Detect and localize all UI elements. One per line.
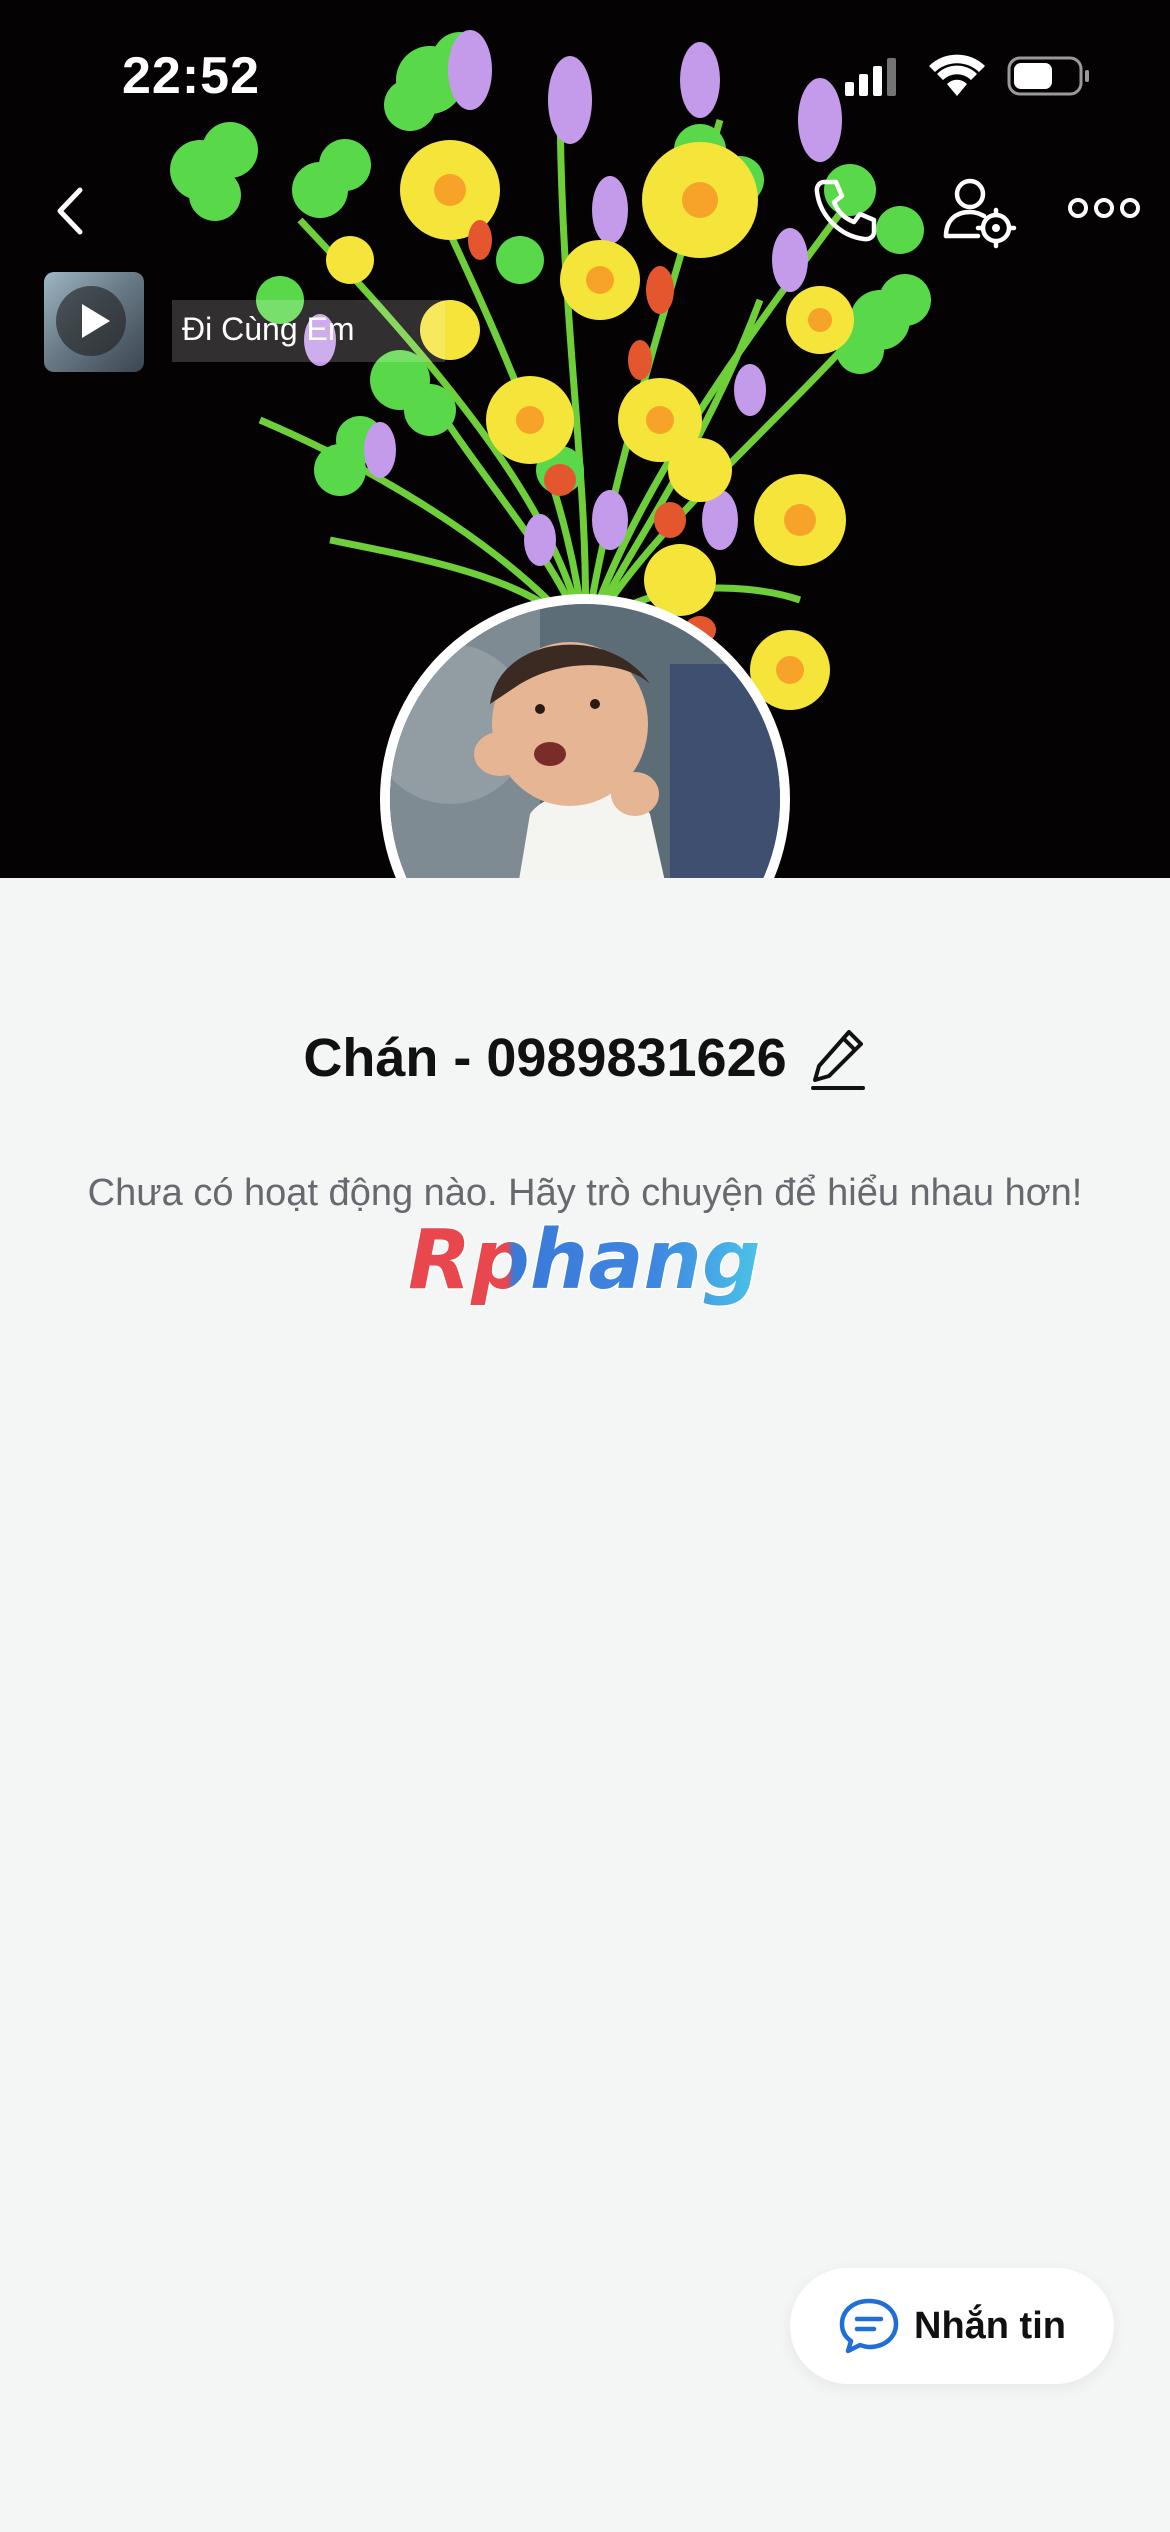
edit-name-button[interactable] bbox=[809, 1026, 867, 1090]
avatar-photo bbox=[390, 604, 780, 878]
profile-name-row: Chán - 0989831626 bbox=[0, 1026, 1170, 1090]
cellular-signal-icon bbox=[845, 58, 896, 96]
phone-icon bbox=[814, 179, 877, 242]
profile-music-widget[interactable]: Đi Cùng Em bbox=[44, 272, 474, 372]
status-bar: 22:52 bbox=[0, 0, 1170, 150]
profile-settings-button[interactable] bbox=[938, 172, 1018, 252]
child-photo-image bbox=[390, 604, 780, 878]
cover-photo[interactable]: 22:52 Đi Cùng Em bbox=[0, 0, 1170, 878]
chat-bubble-icon bbox=[839, 2298, 899, 2354]
more-horizontal-icon bbox=[1068, 198, 1140, 218]
play-icon bbox=[82, 304, 110, 338]
send-message-label: Nhắn tin bbox=[914, 2304, 1066, 2347]
album-art-thumbnail[interactable] bbox=[44, 272, 144, 372]
watermark-logo: Rphang bbox=[407, 1218, 763, 1310]
user-settings-icon bbox=[943, 178, 1017, 249]
battery-icon bbox=[1007, 56, 1089, 96]
call-button[interactable] bbox=[806, 172, 882, 248]
profile-name: Chán - 0989831626 bbox=[303, 1028, 787, 1088]
empty-activity-message: Chưa có hoạt động nào. Hãy trò chuyện để… bbox=[87, 1172, 1083, 1214]
back-button[interactable] bbox=[40, 176, 110, 246]
send-message-button[interactable]: Nhắn tin bbox=[790, 2268, 1114, 2384]
pencil-icon bbox=[810, 1030, 865, 1090]
status-icons bbox=[845, 54, 1089, 96]
wifi-icon bbox=[929, 54, 985, 96]
status-time: 22:52 bbox=[122, 47, 260, 105]
chevron-left-icon bbox=[57, 187, 83, 235]
svg-text:Rphang: Rphang bbox=[408, 1218, 761, 1308]
play-button[interactable] bbox=[56, 286, 126, 356]
more-options-button[interactable] bbox=[1066, 180, 1142, 236]
song-title: Đi Cùng Em bbox=[172, 300, 445, 362]
